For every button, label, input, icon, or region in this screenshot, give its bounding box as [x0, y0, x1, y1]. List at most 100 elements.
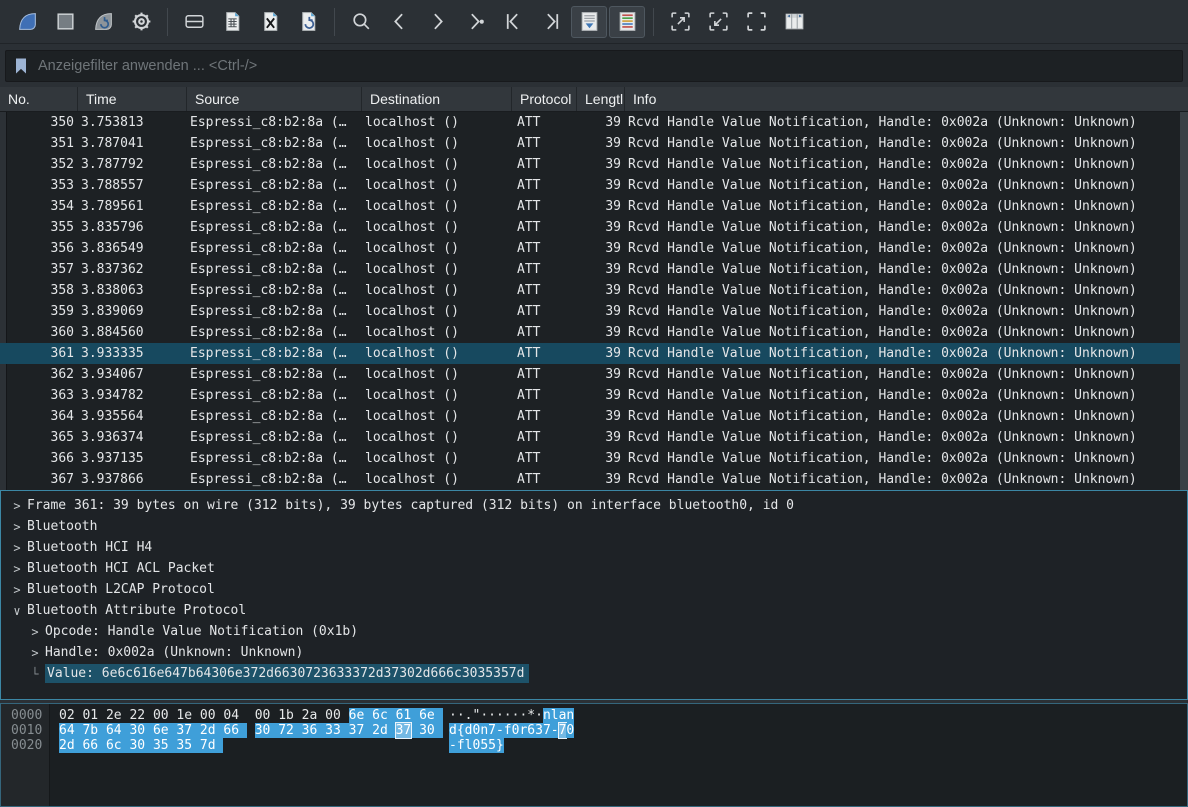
hex-byte[interactable]: 2e [106, 708, 129, 723]
hex-byte[interactable]: 22 [129, 708, 152, 723]
packet-row-366[interactable]: 3663.937135Espressi_c8:b2:8a (…localhost… [0, 448, 1188, 469]
stop-capture-button[interactable] [47, 6, 83, 38]
hex-byte[interactable]: 30 [129, 738, 152, 753]
packet-row-352[interactable]: 3523.787792Espressi_c8:b2:8a (…localhost… [0, 154, 1188, 175]
ascii-char[interactable]: d [465, 723, 473, 738]
expander-collapsed-icon[interactable]: > [7, 499, 27, 513]
column-header-protocol[interactable]: Protocol [512, 87, 577, 111]
hex-byte[interactable]: 6e [419, 708, 442, 723]
hex-byte[interactable]: 2d [372, 723, 395, 738]
expander-collapsed-icon[interactable]: > [25, 646, 45, 660]
expander-collapsed-icon[interactable]: > [7, 541, 27, 555]
packet-row-362[interactable]: 3623.934067Espressi_c8:b2:8a (…localhost… [0, 364, 1188, 385]
packet-row-364[interactable]: 3643.935564Espressi_c8:b2:8a (…localhost… [0, 406, 1188, 427]
ascii-char[interactable]: · [512, 708, 520, 723]
zoom-original-button[interactable] [738, 6, 774, 38]
hex-byte[interactable]: 37 [349, 723, 372, 738]
ascii-char[interactable]: 0 [472, 738, 480, 753]
ascii-char[interactable]: 7 [559, 723, 567, 738]
packet-row-355[interactable]: 3553.835796Espressi_c8:b2:8a (…localhost… [0, 217, 1188, 238]
hex-byte[interactable]: 72 [278, 723, 301, 738]
packet-row-350[interactable]: 3503.753813Espressi_c8:b2:8a (…localhost… [0, 112, 1188, 133]
ascii-char[interactable]: - [551, 723, 559, 738]
hex-byte[interactable]: 30 [419, 723, 442, 738]
display-filter-input[interactable]: Anzeigefilter anwenden ... <Ctrl-/> [5, 50, 1183, 82]
ascii-char[interactable]: · [488, 708, 496, 723]
hex-byte[interactable]: 61 [396, 708, 419, 723]
go-back-button[interactable] [381, 6, 417, 38]
ascii-char[interactable]: " [472, 708, 480, 723]
ascii-char[interactable]: r [519, 723, 527, 738]
detail-line-3[interactable]: >Bluetooth HCI ACL Packet [1, 558, 1187, 579]
ascii-char[interactable]: { [457, 723, 465, 738]
hex-byte[interactable]: 35 [153, 738, 176, 753]
packet-row-361[interactable]: 3613.933335Espressi_c8:b2:8a (…localhost… [0, 343, 1188, 364]
hex-byte[interactable]: 00 [200, 708, 223, 723]
auto-scroll-button[interactable] [571, 6, 607, 38]
ascii-char[interactable]: 0 [472, 723, 480, 738]
hex-byte[interactable]: 37 [176, 723, 199, 738]
resize-columns-button[interactable] [776, 6, 812, 38]
ascii-char[interactable]: · [519, 708, 527, 723]
hex-byte[interactable]: 6c [372, 708, 395, 723]
hex-row-0020[interactable]: 00202d 66 6c 30 35 35 7d -fl055} [1, 738, 1187, 753]
detail-line-1[interactable]: >Bluetooth [1, 516, 1187, 537]
ascii-char[interactable]: l [551, 708, 559, 723]
ascii-char[interactable]: a [559, 708, 567, 723]
packet-list-scrollbar[interactable] [1180, 112, 1188, 490]
capture-options-button[interactable] [123, 6, 159, 38]
expander-collapsed-icon[interactable]: > [25, 625, 45, 639]
hex-byte[interactable]: 66 [82, 738, 105, 753]
column-header-time[interactable]: Time [78, 87, 187, 111]
ascii-char[interactable]: - [449, 738, 457, 753]
hex-byte[interactable]: 04 [223, 708, 246, 723]
ascii-char[interactable]: f [504, 723, 512, 738]
ascii-char[interactable]: l [465, 738, 473, 753]
hex-byte[interactable]: 66 [223, 723, 246, 738]
restart-capture-button[interactable] [85, 6, 121, 38]
ascii-char[interactable]: · [449, 708, 457, 723]
start-capture-button[interactable] [9, 6, 45, 38]
ascii-char[interactable]: 0 [566, 723, 574, 738]
packet-row-360[interactable]: 3603.884560Espressi_c8:b2:8a (…localhost… [0, 322, 1188, 343]
hex-byte[interactable]: 64 [106, 723, 129, 738]
save-file-button[interactable] [214, 6, 250, 38]
detail-line-4[interactable]: >Bluetooth L2CAP Protocol [1, 579, 1187, 600]
hex-row-0000[interactable]: 000002 01 2e 22 00 1e 00 04 00 1b 2a 00 … [1, 708, 1187, 723]
zoom-out-button[interactable] [700, 6, 736, 38]
hex-byte[interactable]: 7d [200, 738, 223, 753]
packet-row-353[interactable]: 3533.788557Espressi_c8:b2:8a (…localhost… [0, 175, 1188, 196]
hex-byte[interactable]: 64 [59, 723, 82, 738]
hex-byte[interactable]: 6c [106, 738, 129, 753]
packet-row-357[interactable]: 3573.837362Espressi_c8:b2:8a (…localhost… [0, 259, 1188, 280]
ascii-char[interactable]: n [566, 708, 574, 723]
ascii-char[interactable]: 3 [535, 723, 543, 738]
ascii-char[interactable]: * [527, 708, 535, 723]
hex-row-0010[interactable]: 001064 7b 64 30 6e 37 2d 66 30 72 36 33 … [1, 723, 1187, 738]
hex-byte[interactable]: 7b [82, 723, 105, 738]
column-header-info[interactable]: Info [625, 87, 1188, 111]
hex-byte[interactable]: 36 [302, 723, 325, 738]
open-file-button[interactable] [176, 6, 212, 38]
ascii-char[interactable]: 5 [480, 738, 488, 753]
ascii-char[interactable]: - [496, 723, 504, 738]
packet-row-356[interactable]: 3563.836549Espressi_c8:b2:8a (…localhost… [0, 238, 1188, 259]
packet-row-367[interactable]: 3673.937866Espressi_c8:b2:8a (…localhost… [0, 469, 1188, 490]
ascii-char[interactable]: 0 [512, 723, 520, 738]
ascii-char[interactable]: n [543, 708, 551, 723]
hex-byte[interactable]: 35 [176, 738, 199, 753]
hex-byte[interactable]: 6e [349, 708, 372, 723]
detail-line-5[interactable]: ∨Bluetooth Attribute Protocol [1, 600, 1187, 621]
hex-byte[interactable]: 1b [278, 708, 301, 723]
reload-file-button[interactable] [290, 6, 326, 38]
column-header-source[interactable]: Source [187, 87, 362, 111]
hex-byte[interactable]: 00 [255, 708, 278, 723]
go-last-button[interactable] [533, 6, 569, 38]
hex-byte[interactable]: 2d [200, 723, 223, 738]
go-forward-button[interactable] [419, 6, 455, 38]
hex-byte[interactable]: 00 [153, 708, 176, 723]
hex-byte[interactable]: 1e [176, 708, 199, 723]
find-packet-button[interactable] [343, 6, 379, 38]
ascii-char[interactable]: f [457, 738, 465, 753]
packet-row-358[interactable]: 3583.838063Espressi_c8:b2:8a (…localhost… [0, 280, 1188, 301]
